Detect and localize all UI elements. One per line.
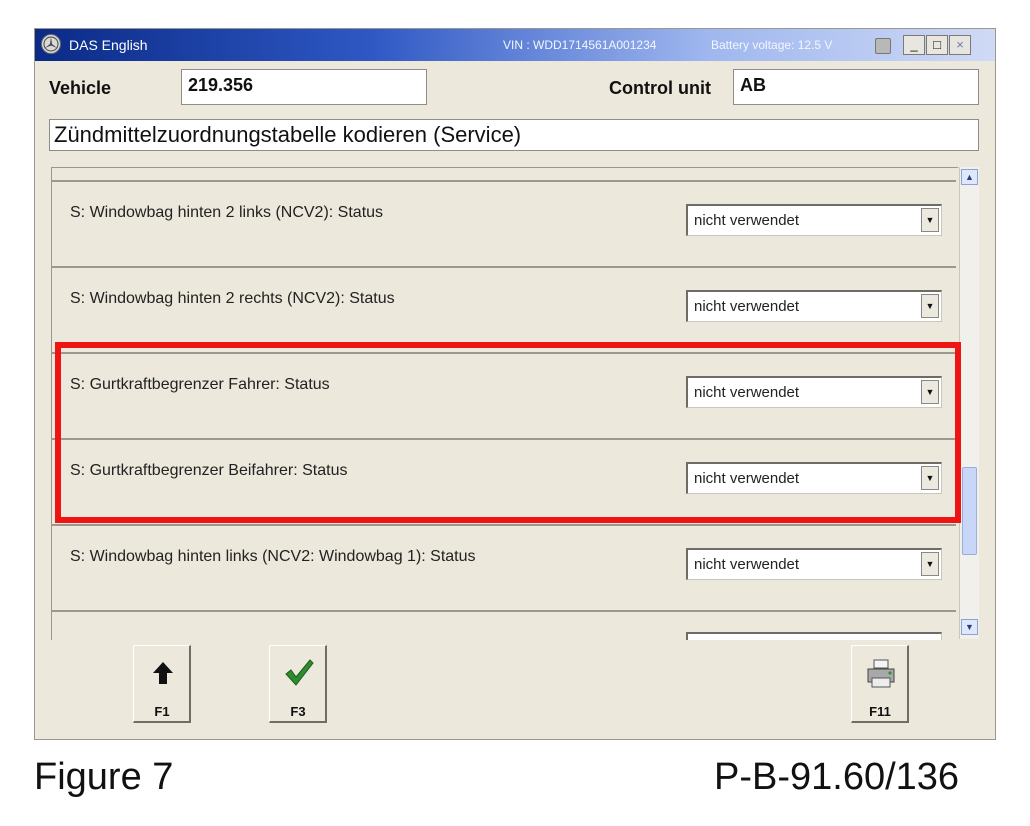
dropdown-value: nicht verwendet xyxy=(694,470,800,487)
list-row-partial-bottom xyxy=(52,612,956,640)
f1-label: F1 xyxy=(154,704,170,719)
f3-label: F3 xyxy=(290,704,306,719)
status-dropdown[interactable]: nicht verwendet ▼ xyxy=(686,548,942,580)
printer-icon xyxy=(864,656,898,690)
f3-button[interactable]: F3 xyxy=(269,645,327,723)
list-row: S: Gurtkraftbegrenzer Fahrer: Status nic… xyxy=(52,354,956,440)
list-row: S: Windowbag hinten 2 links (NCV2): Stat… xyxy=(52,182,956,268)
service-title: Zündmittelzuordnungstabelle kodieren (Se… xyxy=(49,119,979,151)
chevron-down-icon[interactable]: ▼ xyxy=(921,466,939,490)
f11-label: F11 xyxy=(869,704,891,719)
f11-button[interactable]: F11 xyxy=(851,645,909,723)
list-row: S: Windowbag hinten links (NCV2: Windowb… xyxy=(52,526,956,612)
status-dropdown[interactable] xyxy=(686,632,942,640)
minimize-button[interactable]: _ xyxy=(903,35,925,55)
chevron-down-icon[interactable]: ▼ xyxy=(921,552,939,576)
status-dropdown[interactable]: nicht verwendet ▼ xyxy=(686,462,942,494)
dropdown-value: nicht verwendet xyxy=(694,298,800,315)
coding-list: S: Windowbag hinten 2 links (NCV2): Stat… xyxy=(51,167,958,640)
dropdown-value: nicht verwendet xyxy=(694,212,800,229)
dropdown-value: nicht verwendet xyxy=(694,384,800,401)
row-label: S: Windowbag hinten 2 links (NCV2): Stat… xyxy=(70,204,384,221)
reference-code: P-B-91.60/136 xyxy=(714,756,960,798)
status-dropdown[interactable]: nicht verwendet ▼ xyxy=(686,204,942,236)
row-label: S: Windowbag hinten links (NCV2: Windowb… xyxy=(70,548,476,565)
maximize-button[interactable]: □ xyxy=(926,35,948,55)
status-dropdown[interactable]: nicht verwendet ▼ xyxy=(686,376,942,408)
chevron-down-icon[interactable]: ▼ xyxy=(921,380,939,404)
scroll-down-icon[interactable]: ▼ xyxy=(961,619,978,635)
arrow-up-icon xyxy=(146,656,180,690)
status-dropdown[interactable]: nicht verwendet ▼ xyxy=(686,290,942,322)
f1-button[interactable]: F1 xyxy=(133,645,191,723)
battery-voltage: Battery voltage: 12.5 V xyxy=(711,38,833,52)
figure-caption: Figure 7 xyxy=(34,756,174,798)
title-bar[interactable]: DAS English VIN : WDD1714561A001234 Batt… xyxy=(35,29,995,61)
list-row: S: Gurtkraftbegrenzer Beifahrer: Status … xyxy=(52,440,956,526)
vertical-scrollbar[interactable]: ▲ ▼ xyxy=(959,167,979,639)
row-label: S: Gurtkraftbegrenzer Beifahrer: Status xyxy=(70,462,348,479)
row-label: S: Windowbag hinten 2 rechts (NCV2): Sta… xyxy=(70,290,395,307)
control-unit-label: Control unit xyxy=(609,78,711,98)
scroll-up-icon[interactable]: ▲ xyxy=(961,169,978,185)
checkmark-icon xyxy=(282,656,316,690)
mercedes-star-icon xyxy=(41,34,61,54)
row-label: S: Gurtkraftbegrenzer Fahrer: Status xyxy=(70,376,330,393)
battery-icon xyxy=(875,38,891,54)
das-window: DAS English VIN : WDD1714561A001234 Batt… xyxy=(34,28,996,740)
scroll-thumb[interactable] xyxy=(962,467,977,555)
list-row: S: Windowbag hinten 2 rechts (NCV2): Sta… xyxy=(52,268,956,354)
vin-readout: VIN : WDD1714561A001234 xyxy=(503,38,657,52)
vehicle-field[interactable]: 219.356 xyxy=(181,69,427,105)
chevron-down-icon[interactable]: ▼ xyxy=(921,294,939,318)
list-row-partial-top xyxy=(52,168,956,182)
app-title: DAS English xyxy=(69,37,148,53)
control-unit-field[interactable]: AB xyxy=(733,69,979,105)
close-button[interactable]: × xyxy=(949,35,971,55)
dropdown-value: nicht verwendet xyxy=(694,556,800,573)
vehicle-label: Vehicle xyxy=(49,78,112,98)
chevron-down-icon[interactable]: ▼ xyxy=(921,208,939,232)
